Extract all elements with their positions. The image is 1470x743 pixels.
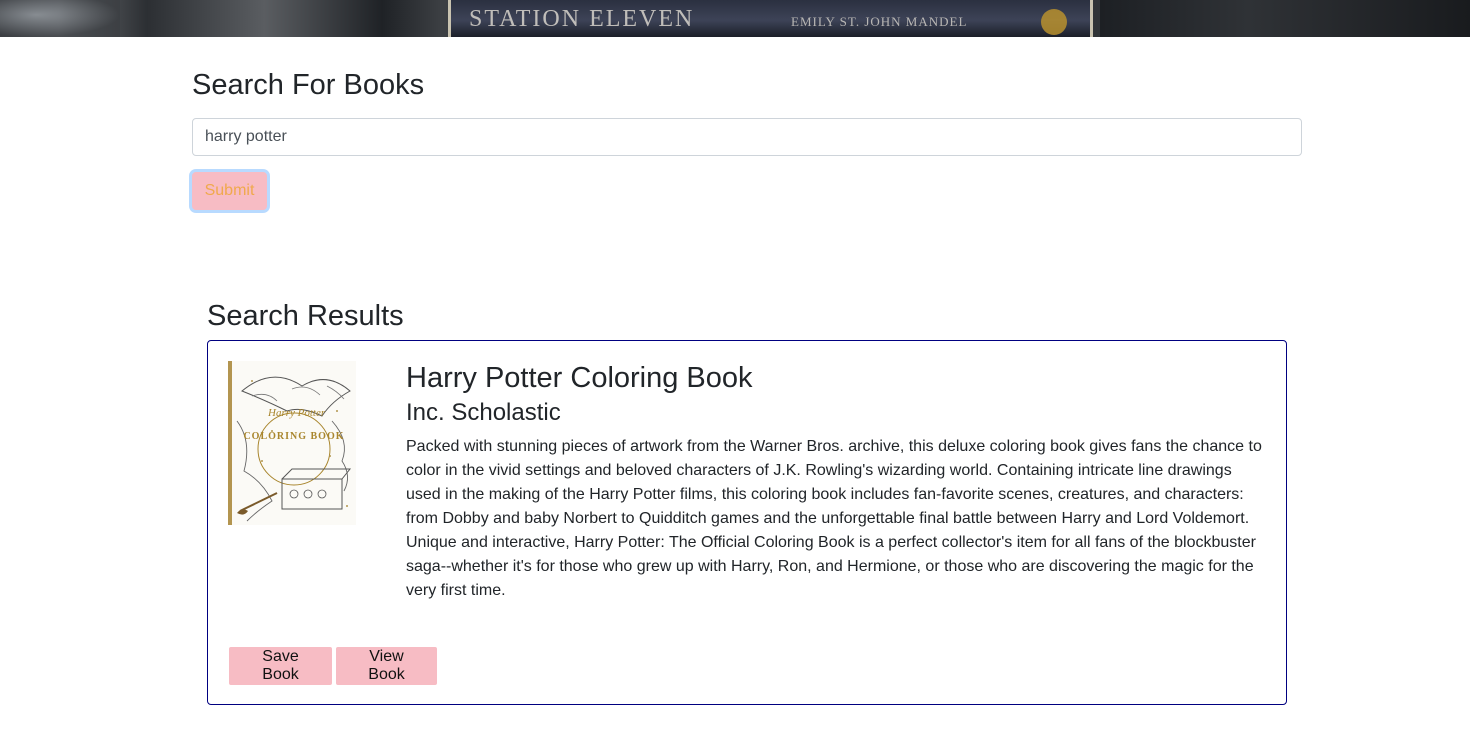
- banner-blur-left: [0, 0, 120, 37]
- banner-publisher-logo: [1041, 9, 1067, 35]
- hero-banner: STATION ELEVEN EMILY ST. JOHN MANDEL: [0, 0, 1470, 37]
- book-cover-image: Harry Potter COLORING BOOK: [228, 361, 356, 525]
- results-heading: Search Results: [207, 300, 404, 332]
- save-book-button[interactable]: Save Book: [229, 647, 332, 685]
- banner-book-spine: STATION ELEVEN EMILY ST. JOHN MANDEL: [448, 0, 1093, 37]
- book-info: Harry Potter Coloring Book Inc. Scholast…: [406, 359, 1268, 603]
- book-author: Inc. Scholastic: [406, 399, 561, 426]
- banner-book-title: STATION ELEVEN: [469, 6, 695, 32]
- search-input[interactable]: [192, 118, 1302, 156]
- banner-book-author: EMILY ST. JOHN MANDEL: [791, 14, 968, 29]
- banner-blur-right: [1100, 0, 1470, 37]
- book-result-card: Harry Potter COLORING BOOK Harry Potter …: [207, 340, 1287, 705]
- cover-brand-text: Harry Potter: [268, 407, 326, 419]
- book-title: Harry Potter Coloring Book: [406, 362, 753, 394]
- cover-title-text: COLORING BOOK: [243, 431, 345, 442]
- view-book-button[interactable]: View Book: [336, 647, 437, 685]
- search-heading: Search For Books: [192, 69, 425, 101]
- submit-button[interactable]: Submit: [192, 172, 267, 210]
- book-description: Packed with stunning pieces of artwork f…: [406, 438, 1262, 599]
- cover-artwork-icon: [236, 376, 352, 522]
